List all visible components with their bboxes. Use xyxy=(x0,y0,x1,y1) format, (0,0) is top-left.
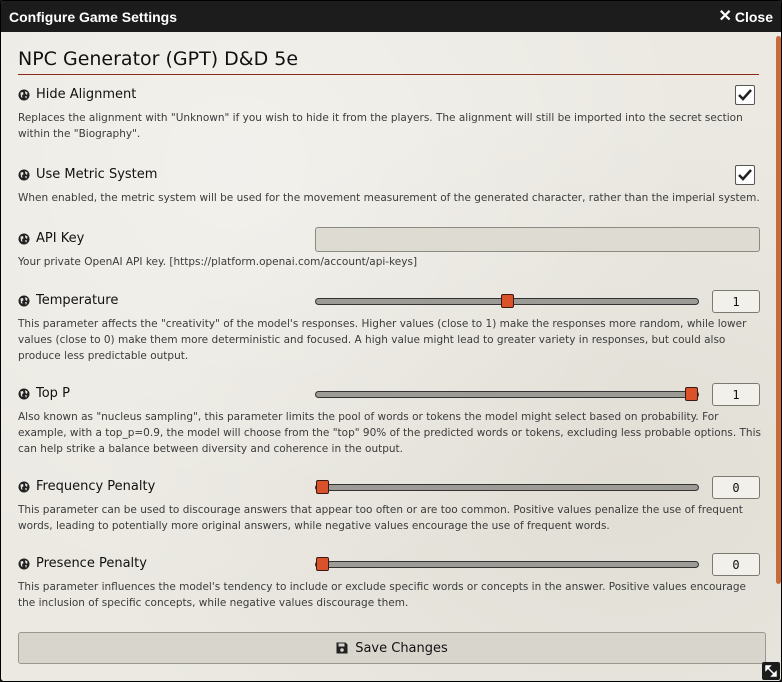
globe-icon xyxy=(18,481,30,492)
hint-api-key: Your private OpenAI API key. [https://pl… xyxy=(18,256,418,268)
globe-icon xyxy=(18,558,30,569)
resize-icon xyxy=(765,665,777,677)
frequency-penalty-value[interactable]: 0 xyxy=(712,476,760,499)
window-title: Configure Game Settings xyxy=(9,8,178,25)
api-key-input[interactable] xyxy=(315,227,760,252)
setting-label-presence-penalty: Presence Penalty xyxy=(18,556,147,571)
globe-icon xyxy=(18,233,30,244)
setting-label-top-p: Top P xyxy=(18,386,70,401)
settings-content: NPC Generator (GPT) D&D 5e Hide Alignmen… xyxy=(1,32,781,681)
close-button[interactable]: ✕ Close xyxy=(718,7,773,25)
scrollbar[interactable] xyxy=(776,36,781,584)
close-icon: ✕ xyxy=(718,7,732,25)
module-title: NPC Generator (GPT) D&D 5e xyxy=(18,48,759,75)
hide-alignment-checkbox[interactable] xyxy=(735,85,755,105)
save-changes-button[interactable]: Save Changes xyxy=(18,632,766,664)
temperature-slider-thumb[interactable] xyxy=(500,294,514,308)
globe-icon xyxy=(18,388,30,399)
hint-top-p: Also known as "nucleus sampling", this p… xyxy=(18,411,761,455)
presence-penalty-value[interactable]: 0 xyxy=(712,553,760,576)
top-p-value[interactable]: 1 xyxy=(712,383,760,406)
save-changes-label: Save Changes xyxy=(355,640,448,656)
hint-temperature: This parameter affects the "creativity" … xyxy=(18,318,747,362)
presence-penalty-slider-thumb[interactable] xyxy=(316,557,329,571)
floppy-disk-icon xyxy=(336,642,348,654)
frequency-penalty-slider[interactable] xyxy=(315,480,699,494)
setting-label-metric: Use Metric System xyxy=(18,167,157,182)
setting-label-temperature: Temperature xyxy=(18,293,118,308)
globe-icon xyxy=(18,169,30,180)
settings-window: Configure Game Settings ✕ Close NPC Gene… xyxy=(0,0,782,682)
checkmark-icon xyxy=(738,89,752,101)
close-label: Close xyxy=(734,8,773,25)
hint-presence-penalty: This parameter influences the model's te… xyxy=(18,581,746,609)
hint-frequency-penalty: This parameter can be used to discourage… xyxy=(18,504,743,532)
setting-label-api-key: API Key xyxy=(18,231,84,246)
top-p-slider[interactable] xyxy=(315,387,699,401)
metric-checkbox[interactable] xyxy=(735,165,755,185)
setting-label-frequency-penalty: Frequency Penalty xyxy=(18,479,155,494)
window-titlebar[interactable]: Configure Game Settings ✕ Close xyxy=(1,1,781,32)
frequency-penalty-slider-thumb[interactable] xyxy=(316,480,329,494)
setting-label-hide-alignment: Hide Alignment xyxy=(18,87,136,102)
top-p-slider-thumb[interactable] xyxy=(685,387,698,401)
hint-hide-alignment: Replaces the alignment with "Unknown" if… xyxy=(18,112,743,140)
temperature-slider[interactable] xyxy=(315,294,699,308)
presence-penalty-slider[interactable] xyxy=(315,557,699,571)
temperature-value[interactable]: 1 xyxy=(712,290,760,313)
globe-icon xyxy=(18,295,30,306)
globe-icon xyxy=(18,89,30,100)
hint-metric: When enabled, the metric system will be … xyxy=(18,192,760,204)
checkmark-icon xyxy=(738,169,752,181)
resize-handle[interactable] xyxy=(762,662,780,680)
